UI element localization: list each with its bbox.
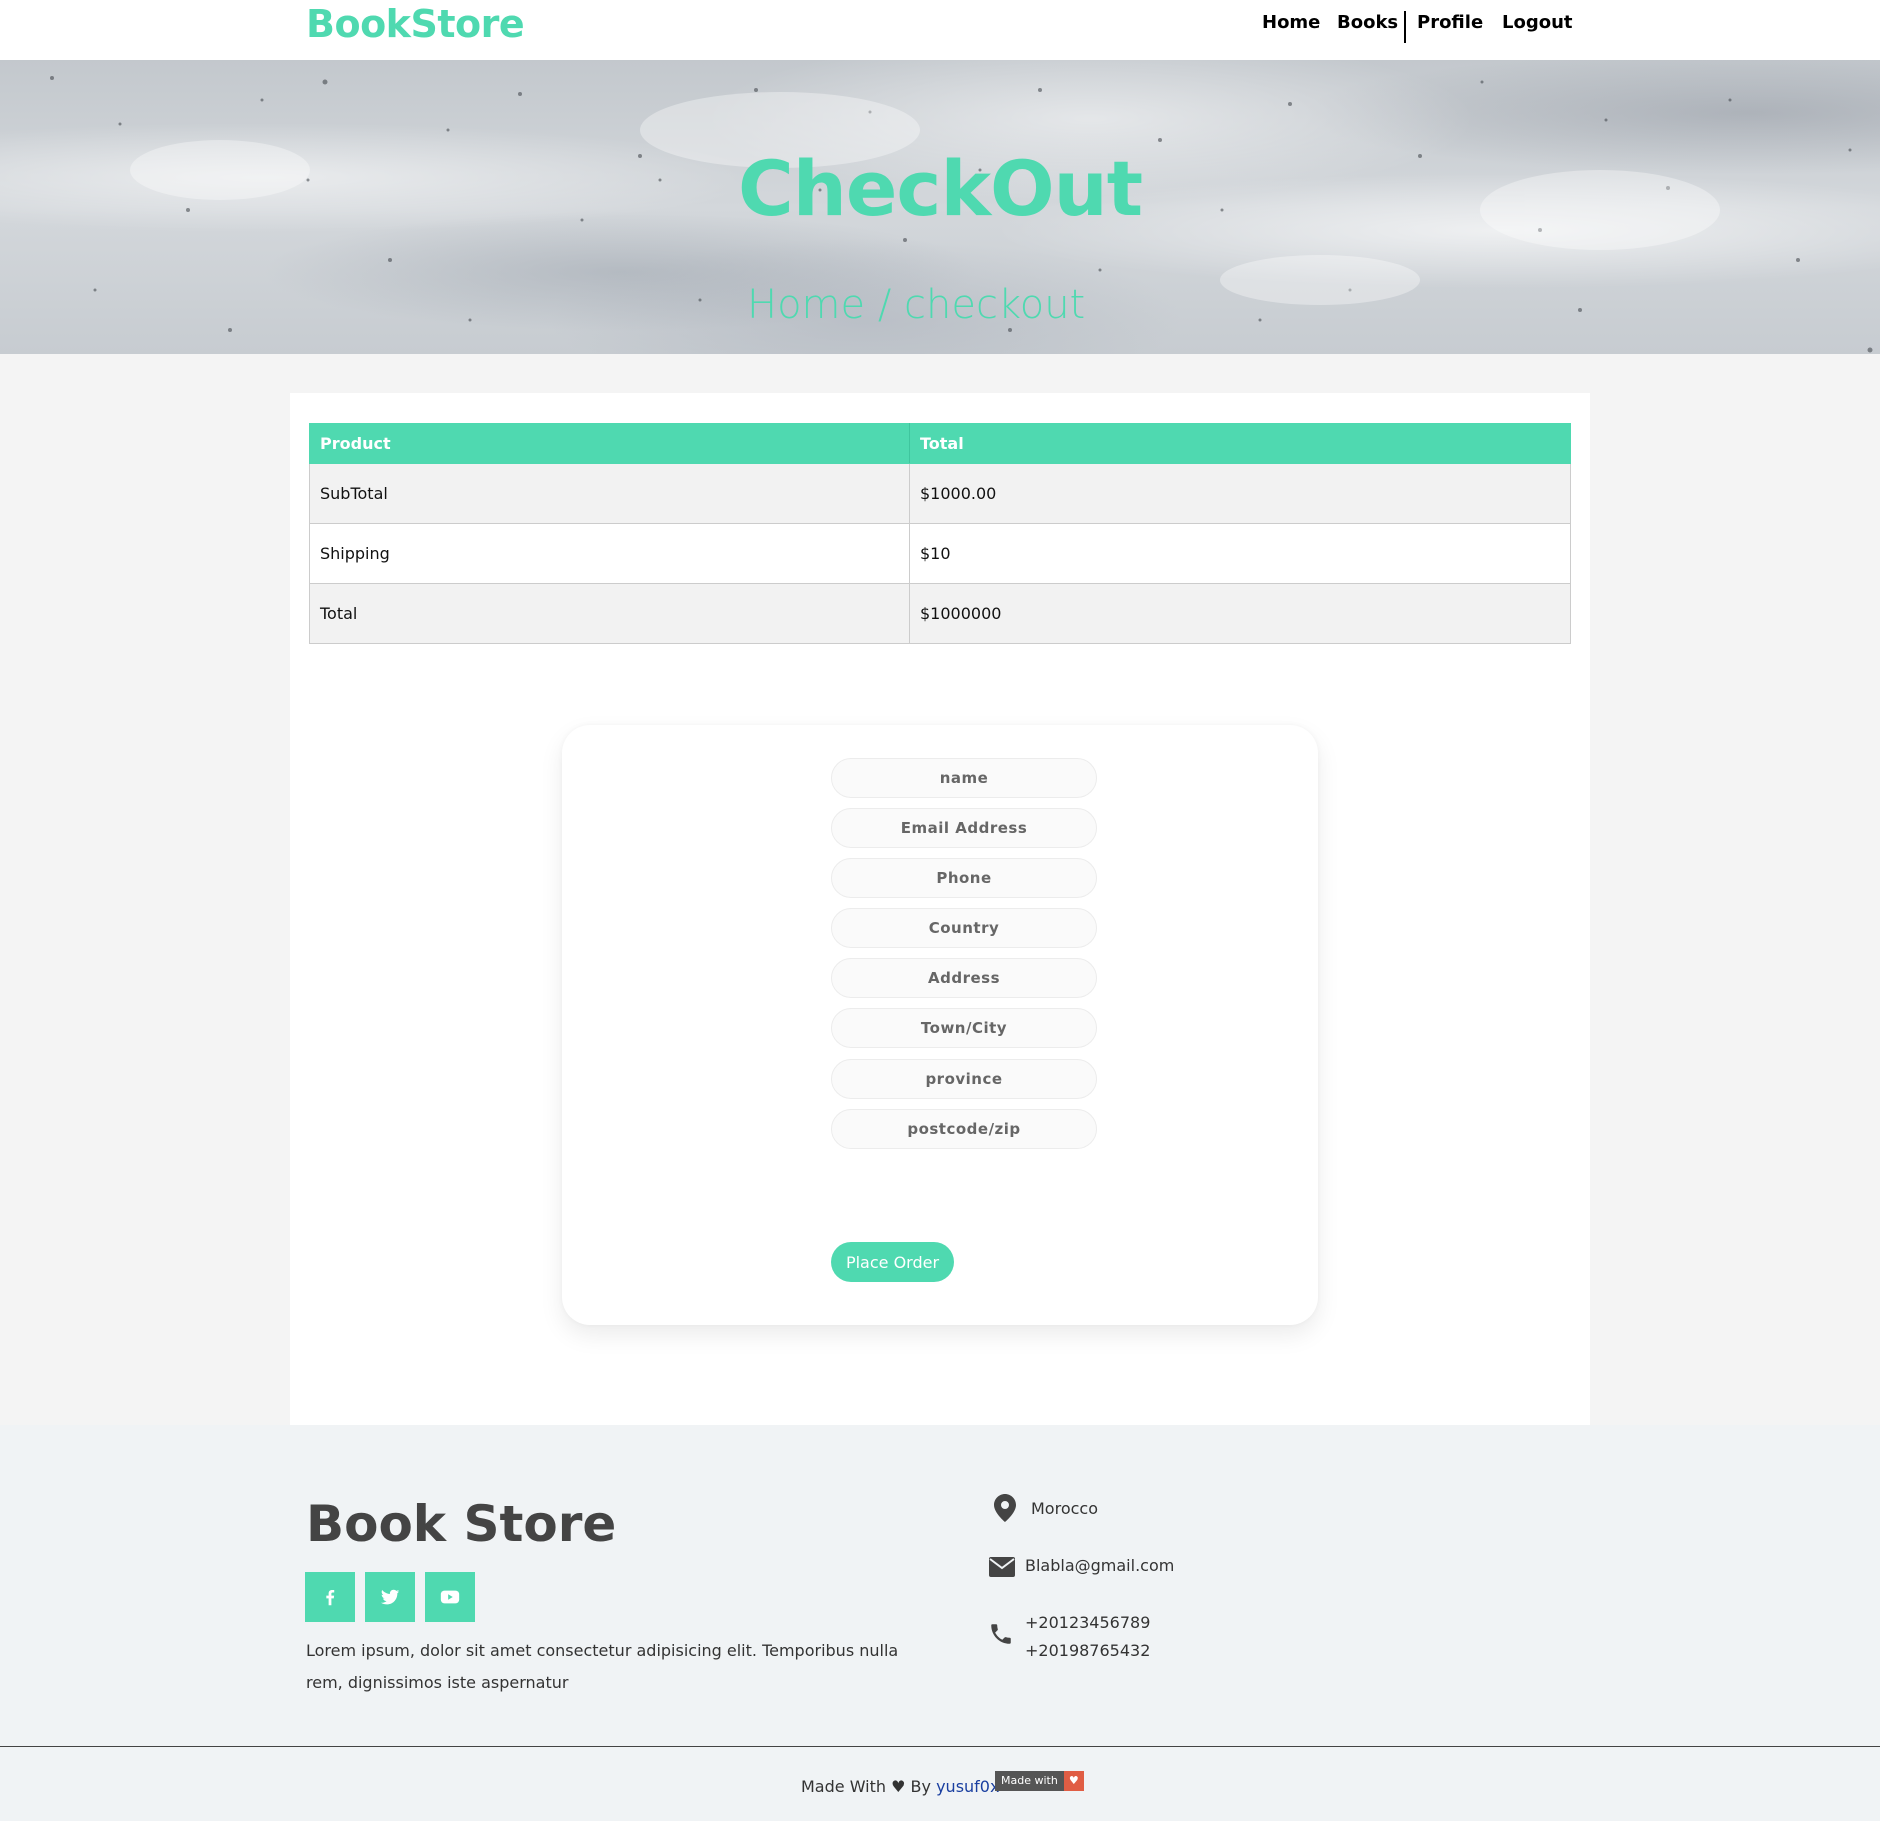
table-row: SubTotal $1000.00 — [309, 463, 1571, 524]
youtube-icon[interactable] — [425, 1572, 475, 1622]
phone-2-text: +20198765432 — [1025, 1641, 1151, 1660]
twitter-icon[interactable] — [365, 1572, 415, 1622]
footer: Book Store Lorem ipsum, dolor sit amet c… — [0, 1425, 1880, 1821]
location-text: Morocco — [1031, 1499, 1098, 1518]
nav-profile-link[interactable]: Profile — [1417, 12, 1483, 33]
table-cell-label: SubTotal — [309, 463, 910, 524]
author-link[interactable]: yusuf0x — [936, 1777, 999, 1796]
footer-description: Lorem ipsum, dolor sit amet consectetur … — [306, 1641, 899, 1692]
table-row: Shipping $10 — [309, 523, 1571, 584]
table-header-product: Product — [309, 423, 910, 464]
footer-divider — [0, 1746, 1880, 1747]
name-field[interactable] — [831, 758, 1097, 798]
facebook-icon[interactable] — [305, 1572, 355, 1622]
table-cell-value: $1000.00 — [909, 463, 1571, 524]
phone-icon — [991, 1624, 1011, 1644]
envelope-icon — [989, 1557, 1015, 1577]
email-field[interactable] — [831, 808, 1097, 848]
nav-divider — [1404, 11, 1406, 43]
badge-label: Made with — [995, 1771, 1064, 1791]
table-cell-value: $10 — [909, 523, 1571, 584]
phone-1-text: +20123456789 — [1025, 1613, 1151, 1632]
breadcrumb: Home / checkout — [747, 282, 1086, 328]
country-field[interactable] — [831, 908, 1097, 948]
table-cell-label: Shipping — [309, 523, 910, 584]
navbar: BookStore Home Books Profile Logout — [0, 0, 1880, 60]
checkout-form: Place Order — [562, 725, 1318, 1325]
footer-credit: Made With ♥ By yusuf0x — [801, 1777, 999, 1796]
table-cell-label: Total — [309, 583, 910, 644]
address-field[interactable] — [831, 958, 1097, 998]
order-summary-table: Product Total SubTotal $1000.00 Shipping… — [309, 423, 1571, 644]
checkout-main: Product Total SubTotal $1000.00 Shipping… — [290, 393, 1590, 1425]
table-row: Total $1000000 — [309, 583, 1571, 644]
table-cell-value: $1000000 — [909, 583, 1571, 644]
page-title: CheckOut — [737, 144, 1143, 233]
email-text: Blabla@gmail.com — [1025, 1556, 1175, 1575]
nav-home-link[interactable]: Home — [1262, 12, 1320, 33]
city-field[interactable] — [831, 1008, 1097, 1048]
footer-brand: Book Store — [306, 1495, 617, 1553]
phone-field[interactable] — [831, 858, 1097, 898]
place-order-button[interactable]: Place Order — [831, 1242, 954, 1282]
hero-banner: CheckOut Home / checkout — [0, 60, 1880, 354]
postcode-field[interactable] — [831, 1109, 1097, 1149]
province-field[interactable] — [831, 1059, 1097, 1099]
credit-prefix: Made With ♥ By — [801, 1777, 931, 1796]
table-header-row: Product Total — [309, 423, 1571, 464]
nav-books-link[interactable]: Books — [1337, 12, 1398, 33]
brand-logo[interactable]: BookStore — [306, 2, 525, 46]
location-pin-icon — [994, 1494, 1016, 1522]
table-header-total: Total — [909, 423, 1571, 464]
made-with-love-badge[interactable]: Made with ♥ — [995, 1771, 1084, 1791]
heart-icon: ♥ — [1063, 1771, 1084, 1791]
nav-logout-link[interactable]: Logout — [1502, 12, 1573, 33]
